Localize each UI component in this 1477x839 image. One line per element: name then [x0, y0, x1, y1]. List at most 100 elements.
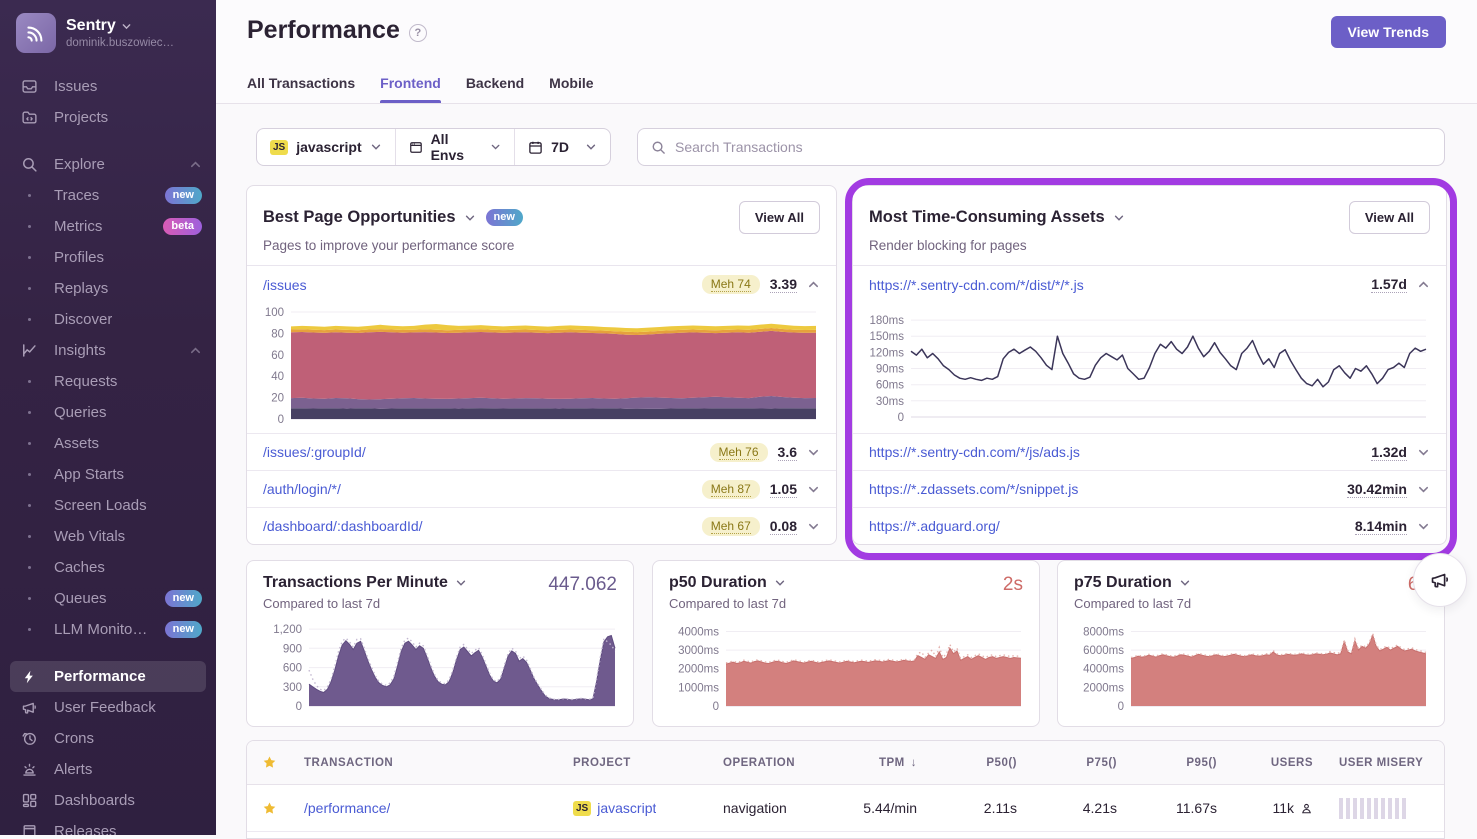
- transaction-link[interactable]: /performance/: [291, 800, 560, 816]
- operation-cell: navigation: [710, 800, 830, 816]
- sidebar-item-releases[interactable]: Releases: [0, 816, 216, 835]
- project-cell[interactable]: JSjavascript: [560, 800, 710, 816]
- tab-frontend[interactable]: Frontend: [380, 75, 441, 103]
- svg-text:40: 40: [271, 371, 284, 383]
- chevron-down-icon[interactable]: [1417, 446, 1430, 459]
- sidebar-item-app-starts[interactable]: App Starts: [0, 459, 216, 490]
- sidebar-item-caches[interactable]: Caches: [0, 552, 216, 583]
- view-trends-button[interactable]: View Trends: [1331, 16, 1446, 48]
- bpo-panel-title[interactable]: Best Page Opportunities: [263, 208, 456, 227]
- row-link[interactable]: /issues: [263, 277, 307, 293]
- chevron-up-icon[interactable]: [1417, 278, 1430, 291]
- assets-view-all-button[interactable]: View All: [1349, 201, 1430, 234]
- row-link[interactable]: /auth/login/*/: [263, 481, 341, 497]
- sidebar-item-screen-loads[interactable]: Screen Loads: [0, 490, 216, 521]
- sidebar-item-crons[interactable]: Crons: [0, 723, 216, 754]
- tpm-panel: Transactions Per Minute 447.062 Compared…: [246, 560, 634, 727]
- sidebar-item-traces[interactable]: Tracesnew: [0, 180, 216, 211]
- tab-backend[interactable]: Backend: [466, 75, 524, 103]
- sidebar-item-queues[interactable]: Queuesnew: [0, 583, 216, 614]
- score-badge[interactable]: Meh 67: [702, 517, 760, 536]
- column-header-operation[interactable]: OPERATION: [710, 757, 830, 769]
- sidebar-item-explore[interactable]: Explore: [0, 149, 216, 180]
- table-body: /performance/JSjavascriptnavigation5.44/…: [247, 785, 1444, 832]
- chevron-up-icon[interactable]: [807, 278, 820, 291]
- sidebar-item-label: Web Vitals: [54, 528, 125, 545]
- score-badge[interactable]: Meh 76: [710, 443, 768, 462]
- svg-text:300: 300: [283, 682, 302, 694]
- search-input[interactable]: [675, 139, 1444, 155]
- help-icon[interactable]: ?: [409, 24, 427, 42]
- row-value[interactable]: 1.05: [770, 481, 797, 498]
- column-header-users[interactable]: USERS: [1230, 757, 1326, 769]
- row-link[interactable]: https://*.sentry-cdn.com/*/js/ads.js: [869, 444, 1080, 460]
- star-icon[interactable]: [247, 801, 291, 816]
- column-header-transaction[interactable]: TRANSACTION: [291, 757, 560, 769]
- sidebar-item-discover[interactable]: Discover: [0, 304, 216, 335]
- sidebar-item-web-vitals[interactable]: Web Vitals: [0, 521, 216, 552]
- column-header-user-misery[interactable]: USER MISERY: [1326, 757, 1444, 769]
- chevron-up-icon[interactable]: [189, 344, 202, 357]
- sidebar-item-llm-monito[interactable]: LLM Monito…new: [0, 614, 216, 645]
- star-column-header[interactable]: [247, 755, 291, 770]
- row-link[interactable]: https://*.zdassets.com/*/snippet.js: [869, 481, 1078, 497]
- panel-row: https://*.sentry-cdn.com/*/js/ads.js 1.32…: [853, 433, 1446, 470]
- p50-title[interactable]: p50 Duration: [669, 574, 767, 592]
- score-badge[interactable]: Meh 87: [702, 480, 760, 499]
- crons-icon: [20, 730, 38, 748]
- sidebar-item-assets[interactable]: Assets: [0, 428, 216, 459]
- row-value[interactable]: 0.08: [770, 518, 797, 535]
- chevron-up-icon[interactable]: [189, 158, 202, 171]
- sidebar-item-label: Crons: [54, 730, 94, 747]
- column-header-p95[interactable]: P95(): [1130, 757, 1230, 769]
- bullet-icon: [20, 442, 38, 445]
- tab-mobile[interactable]: Mobile: [549, 75, 593, 103]
- sidebar-item-queries[interactable]: Queries: [0, 397, 216, 428]
- sidebar-item-alerts[interactable]: Alerts: [0, 754, 216, 785]
- row-value[interactable]: 3.6: [778, 444, 797, 461]
- row-link[interactable]: https://*.sentry-cdn.com/*/dist/*/*.js: [869, 277, 1084, 293]
- row-link[interactable]: /issues/:groupId/: [263, 444, 366, 460]
- row-value[interactable]: 8.14min: [1355, 518, 1407, 535]
- row-link[interactable]: https://*.adguard.org/: [869, 518, 1000, 534]
- sidebar-item-insights[interactable]: Insights: [0, 335, 216, 366]
- search-icon: [651, 140, 666, 155]
- date-range-filter[interactable]: 7D: [514, 129, 610, 165]
- bpo-view-all-button[interactable]: View All: [739, 201, 820, 234]
- svg-text:100: 100: [265, 307, 284, 319]
- p75-title[interactable]: p75 Duration: [1074, 574, 1172, 592]
- org-switcher[interactable]: Sentry dominik.buszowiec…: [0, 0, 216, 63]
- chevron-down-icon[interactable]: [807, 446, 820, 459]
- sidebar-item-profiles[interactable]: Profiles: [0, 242, 216, 273]
- sidebar-item-user-feedback[interactable]: User Feedback: [0, 692, 216, 723]
- column-header-tpm[interactable]: TPM ↓: [830, 757, 930, 769]
- sidebar-item-performance[interactable]: Performance: [10, 661, 206, 692]
- score-badge[interactable]: Meh 74: [702, 275, 760, 294]
- project-filter[interactable]: JS javascript: [257, 129, 395, 165]
- chevron-down-icon[interactable]: [1417, 520, 1430, 533]
- row-value[interactable]: 1.57d: [1371, 276, 1407, 293]
- bullet-icon: [20, 473, 38, 476]
- row-value[interactable]: 3.39: [770, 276, 797, 293]
- row-link[interactable]: /dashboard/:dashboardId/: [263, 518, 423, 534]
- chevron-down-icon[interactable]: [807, 483, 820, 496]
- chevron-down-icon[interactable]: [1417, 483, 1430, 496]
- sidebar-item-requests[interactable]: Requests: [0, 366, 216, 397]
- assets-panel-title[interactable]: Most Time-Consuming Assets: [869, 208, 1105, 227]
- sidebar-item-projects[interactable]: Projects: [0, 102, 216, 133]
- sidebar-item-dashboards[interactable]: Dashboards: [0, 785, 216, 816]
- column-header-project[interactable]: PROJECT: [560, 757, 710, 769]
- sidebar-item-metrics[interactable]: Metricsbeta: [0, 211, 216, 242]
- environment-filter[interactable]: All Envs: [395, 129, 514, 165]
- svg-text:30ms: 30ms: [876, 396, 904, 408]
- tpm-title[interactable]: Transactions Per Minute: [263, 574, 448, 592]
- chevron-down-icon[interactable]: [807, 520, 820, 533]
- sidebar-item-replays[interactable]: Replays: [0, 273, 216, 304]
- column-header-p50[interactable]: P50(): [930, 757, 1030, 769]
- row-value[interactable]: 30.42min: [1347, 481, 1407, 498]
- row-value[interactable]: 1.32d: [1371, 444, 1407, 461]
- tab-all-transactions[interactable]: All Transactions: [247, 75, 355, 103]
- sidebar-item-issues[interactable]: Issues: [0, 71, 216, 102]
- feedback-button[interactable]: [1413, 553, 1467, 607]
- column-header-p75[interactable]: P75(): [1030, 757, 1130, 769]
